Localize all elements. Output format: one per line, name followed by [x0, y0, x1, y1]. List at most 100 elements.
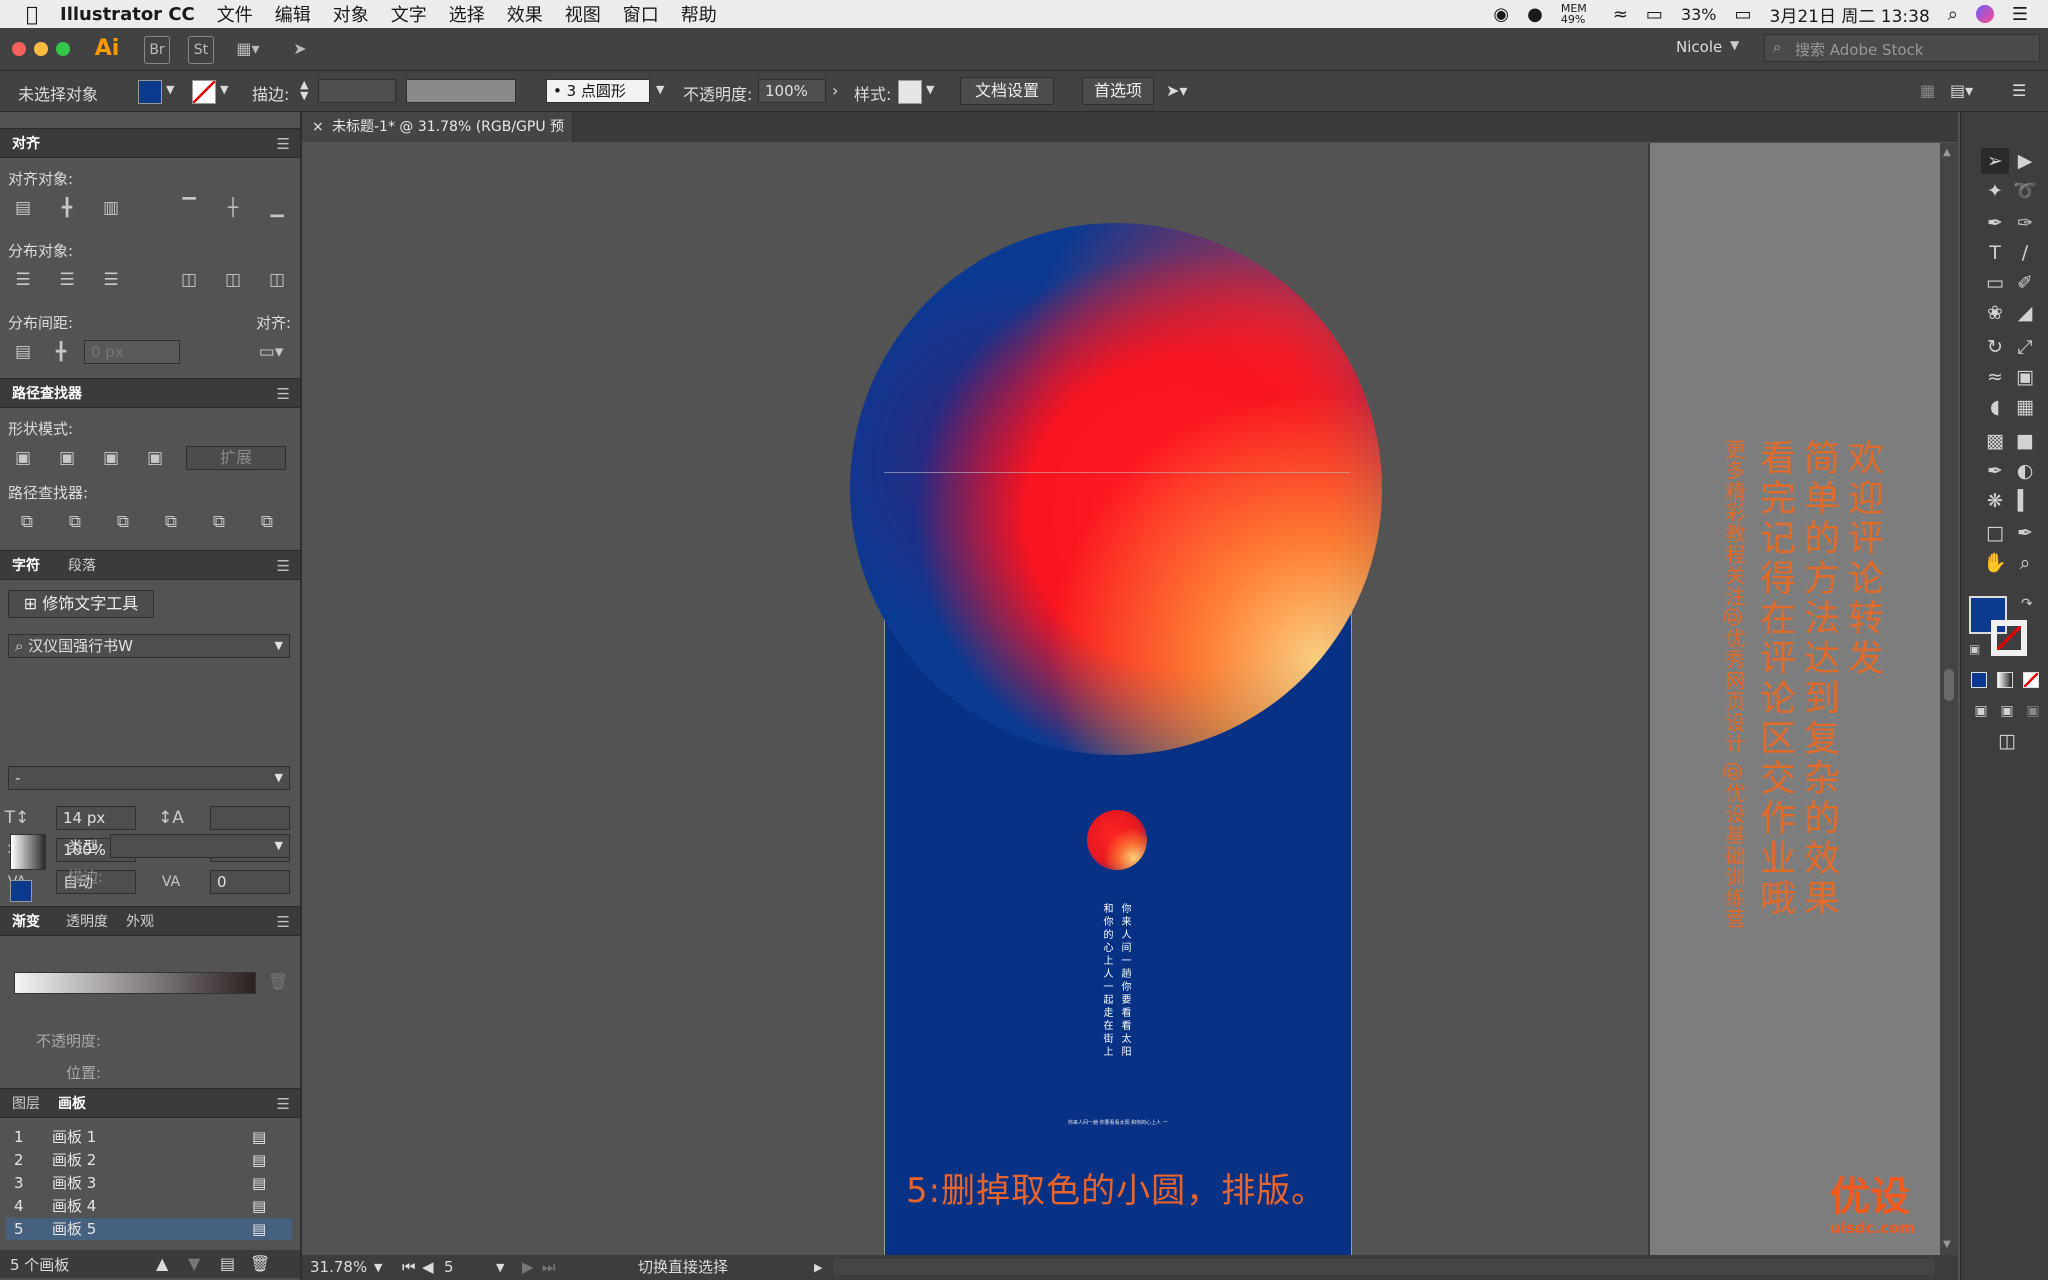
align-top-icon[interactable]: ▔ [176, 196, 202, 220]
font-size-field[interactable]: 14 px [56, 806, 136, 830]
isolate-icon[interactable]: ➤▾ [1166, 81, 1187, 100]
distribute-right-icon[interactable]: ◫ [264, 268, 290, 292]
paintbrush-tool-icon[interactable]: ✐ [2011, 270, 2039, 296]
status-menu-arrow-icon[interactable]: ▶ [814, 1255, 822, 1280]
gradient-slider[interactable] [14, 972, 256, 994]
type-tool-icon[interactable]: T [1981, 240, 2009, 266]
distribute-left-icon[interactable]: ◫ [176, 268, 202, 292]
panel-menu-icon[interactable]: ☰ [277, 385, 290, 403]
horizontal-spacing-icon[interactable]: ╋ [48, 340, 74, 364]
draw-inside-icon[interactable]: ▣ [2019, 698, 2047, 724]
draw-behind-icon[interactable]: ▣ [1993, 698, 2021, 724]
tab-transparency[interactable]: 透明度 [66, 911, 108, 931]
outline-icon[interactable]: ⧉ [206, 510, 232, 534]
pathfinder-panel-header[interactable]: 路径查找器 ☰ [0, 378, 300, 408]
default-colors-icon[interactable]: ▣ [1969, 642, 1980, 656]
minus-back-icon[interactable]: ⧉ [254, 510, 280, 534]
apple-icon[interactable]:  [26, 2, 38, 26]
direct-selection-tool-icon[interactable]: ▶ [2011, 148, 2039, 174]
merge-icon[interactable]: ⧉ [110, 510, 136, 534]
canvas-area[interactable]: 你来人间一趟你要看看太阳 和你的心上人一起走在街上 你来人间一趟 你要看看太阳 … [302, 143, 1648, 1275]
wechat-icon[interactable]: ◉ [1493, 4, 1509, 25]
delete-stop-icon[interactable]: 🗑 [268, 972, 288, 991]
pen-tool-icon[interactable]: ✒ [1981, 210, 2009, 236]
align-right-icon[interactable]: ▥ [98, 196, 124, 220]
gpu-performance-icon[interactable]: ➤ [286, 36, 314, 62]
artboard-tool-icon[interactable]: □ [1981, 520, 2009, 546]
fill-color-swatch[interactable] [138, 80, 162, 104]
chevron-down-icon[interactable]: ▼ [656, 83, 664, 96]
mesh-tool-icon[interactable]: ▩ [1981, 428, 2009, 454]
width-tool-icon[interactable]: ≈ [1981, 364, 2009, 390]
align-left-icon[interactable]: ▤ [10, 196, 36, 220]
distribute-top-icon[interactable]: ☰ [10, 268, 36, 292]
character-panel-header[interactable]: 字符 段落 ☰ [0, 550, 300, 580]
gradient-circle-small[interactable] [1087, 810, 1147, 870]
screen-mode-icon[interactable]: ◫ [1993, 728, 2021, 754]
app-menu[interactable]: Illustrator CC [60, 4, 195, 25]
swap-colors-icon[interactable]: ↷ [2021, 596, 2033, 612]
tab-layers[interactable]: 图层 [12, 1093, 40, 1113]
artboard-options-icon[interactable]: ▤ [252, 1126, 266, 1148]
expand-button[interactable]: 扩展 [186, 446, 286, 470]
scale-tool-icon[interactable]: ⤢ [2011, 334, 2039, 360]
tab-paragraph[interactable]: 段落 [68, 555, 96, 575]
battery-icon[interactable]: ▭ [1735, 4, 1752, 25]
divide-icon[interactable]: ⧉ [14, 510, 40, 534]
minimize-window-button[interactable] [34, 42, 48, 56]
tab-artboards[interactable]: 画板 [58, 1093, 86, 1113]
document-tab[interactable]: × 未标题-1* @ 31.78% (RGB/GPU 预览) [302, 112, 573, 165]
stock-search-field[interactable]: ⌕ 搜索 Adobe Stock [1764, 34, 2040, 62]
align-vcenter-icon[interactable]: ┼ [220, 196, 246, 220]
align-to-dropdown-icon[interactable]: ▭▾ [254, 340, 288, 364]
panel-toggle-icon[interactable]: ▤▾ [1950, 81, 1973, 100]
menu-help[interactable]: 帮助 [681, 1, 717, 27]
stroke-color-box[interactable] [1991, 620, 2027, 656]
spacing-field[interactable]: 0 px [84, 340, 180, 364]
chevron-down-icon[interactable]: ▼ [496, 1255, 504, 1280]
artboard-row-selected[interactable]: 5 画板 5 ▤ [6, 1218, 292, 1240]
artboards-panel-header[interactable]: 图层 画板 ☰ [0, 1088, 300, 1118]
intersect-icon[interactable]: ▣ [98, 446, 124, 470]
zoom-window-button[interactable] [56, 42, 70, 56]
move-down-icon[interactable]: ▼ [188, 1254, 200, 1273]
delete-artboard-icon[interactable]: 🗑 [250, 1254, 270, 1273]
exclude-icon[interactable]: ▣ [142, 446, 168, 470]
workspace-user[interactable]: Nicole [1676, 38, 1722, 56]
gradient-panel-header[interactable]: 渐变 透明度 外观 ☰ [0, 906, 300, 936]
panel-menu-icon[interactable]: ☰ [277, 913, 290, 931]
align-hcenter-icon[interactable]: ╋ [54, 196, 80, 220]
eraser-tool-icon[interactable]: ◢ [2011, 300, 2039, 326]
chevron-down-icon[interactable]: ▼ [166, 83, 174, 96]
touch-type-tool-button[interactable]: ⊞ 修饰文字工具 [8, 590, 154, 618]
tab-pathfinder[interactable]: 路径查找器 [12, 383, 82, 403]
scroll-down-icon[interactable]: ▼ [1943, 1239, 1951, 1250]
menu-window[interactable]: 窗口 [623, 1, 659, 27]
stepper-icon[interactable]: ▲ ▼ [300, 79, 308, 101]
siri-icon[interactable] [1975, 5, 1994, 23]
distribute-bottom-icon[interactable]: ☰ [98, 268, 124, 292]
menu-edit[interactable]: 编辑 [275, 1, 311, 27]
artboard-number-field[interactable]: 5 [444, 1255, 494, 1280]
stroke-weight-field[interactable] [318, 79, 396, 103]
arrange-icon[interactable]: ▦ [1920, 81, 1935, 100]
brush-definition[interactable]: • 3 点圆形 [546, 79, 650, 103]
artboard-options-icon[interactable]: ▤ [252, 1195, 266, 1217]
tracking-field[interactable]: 0 [210, 870, 290, 894]
symbol-sprayer-tool-icon[interactable]: ❋ [1981, 488, 2009, 514]
airplay-icon[interactable]: ▭ [1646, 4, 1663, 25]
poster-footer-text[interactable]: 你来人间一趟 你要看看太阳 和你的心上人 一起走在街上 [1068, 1119, 1168, 1126]
move-up-icon[interactable]: ▲ [156, 1254, 168, 1273]
spotlight-icon[interactable]: ⌕ [1948, 4, 1958, 25]
menu-list-icon[interactable]: ☰ [2012, 81, 2026, 100]
menu-object[interactable]: 对象 [333, 1, 369, 27]
none-mode-icon[interactable] [2023, 672, 2039, 688]
color-mode-icon[interactable] [1971, 672, 1987, 688]
vertical-spacing-icon[interactable]: ▤ [10, 340, 36, 364]
new-artboard-icon[interactable]: ▤ [220, 1254, 235, 1273]
chevron-down-icon[interactable]: ▼ [374, 1255, 382, 1280]
free-transform-tool-icon[interactable]: ▣ [2011, 364, 2039, 390]
tab-appearance[interactable]: 外观 [126, 911, 154, 931]
tab-character[interactable]: 字符 [12, 555, 40, 575]
align-panel-header[interactable]: 对齐 ☰ [0, 128, 300, 158]
